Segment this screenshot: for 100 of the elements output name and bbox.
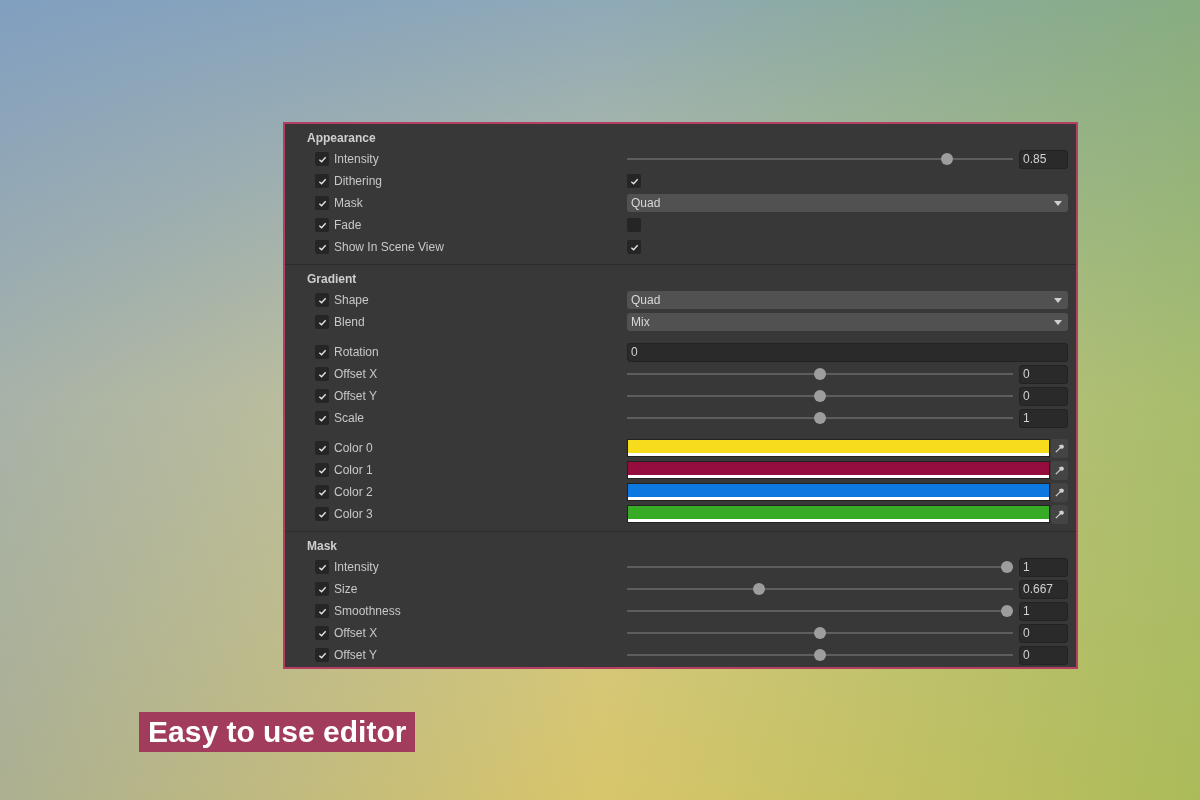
value-field[interactable]: 0 — [1019, 364, 1068, 384]
enable-checkbox[interactable] — [315, 218, 329, 232]
property-label: Dithering — [334, 173, 383, 190]
dropdown-arrow-icon — [1054, 319, 1062, 325]
slider-thumb[interactable] — [1001, 605, 1013, 617]
eyedropper-icon[interactable] — [1051, 504, 1068, 524]
enable-checkbox[interactable] — [315, 174, 329, 188]
dropdown[interactable]: Mix — [627, 313, 1068, 331]
value-field[interactable]: 1 — [1019, 557, 1068, 577]
slider-thumb[interactable] — [814, 627, 826, 639]
slider-track[interactable] — [627, 561, 1013, 573]
enable-checkbox[interactable] — [315, 293, 329, 307]
property-label: Offset Y — [334, 647, 377, 664]
enable-checkbox[interactable] — [315, 152, 329, 166]
enable-checkbox[interactable] — [315, 441, 329, 455]
eyedropper-icon[interactable] — [1051, 482, 1068, 502]
enable-checkbox[interactable] — [315, 411, 329, 425]
checkmark-icon — [317, 317, 327, 327]
number-field[interactable]: 0 — [627, 342, 1068, 362]
slider-track[interactable] — [627, 390, 1013, 402]
slider-thumb[interactable] — [814, 649, 826, 661]
slider-thumb[interactable] — [814, 412, 826, 424]
checkmark-icon — [317, 154, 327, 164]
dropdown[interactable]: Quad — [627, 291, 1068, 309]
toggle-checkbox[interactable] — [627, 240, 641, 254]
dropdown[interactable]: Quad — [627, 194, 1068, 212]
value-field[interactable]: 0.667 — [1019, 579, 1068, 599]
eyedropper-icon[interactable] — [1051, 438, 1068, 458]
slider-track[interactable] — [627, 153, 1013, 165]
checkmark-icon — [629, 176, 639, 186]
enable-checkbox[interactable] — [315, 315, 329, 329]
value-field[interactable]: 0 — [1019, 386, 1068, 406]
checkmark-icon — [317, 584, 327, 594]
slider-track[interactable] — [627, 583, 1013, 595]
enable-checkbox[interactable] — [315, 560, 329, 574]
slider-thumb[interactable] — [941, 153, 954, 165]
property-label: Color 0 — [334, 440, 373, 457]
value-field[interactable]: 0 — [1019, 645, 1068, 665]
dropdown-arrow-icon — [1054, 200, 1062, 206]
property-label: Mask — [334, 195, 363, 212]
property-label: Show In Scene View — [334, 239, 444, 256]
eyedropper-icon[interactable] — [1051, 460, 1068, 480]
checkmark-icon — [317, 562, 327, 572]
enable-checkbox[interactable] — [315, 463, 329, 477]
property-label: Intensity — [334, 151, 379, 168]
property-label: Offset X — [334, 625, 378, 642]
checkmark-icon — [317, 391, 327, 401]
property-label: Color 3 — [334, 506, 373, 523]
property-label: Shape — [334, 292, 369, 309]
color-swatch[interactable] — [627, 461, 1050, 479]
checkmark-icon — [317, 198, 327, 208]
property-label: Scale — [334, 410, 365, 427]
checkmark-icon — [317, 509, 327, 519]
slider-track[interactable] — [627, 412, 1013, 424]
checkmark-icon — [317, 295, 327, 305]
section-header: Gradient — [306, 271, 358, 288]
section-header: Appearance — [306, 130, 377, 147]
property-label: Rotation — [334, 344, 379, 361]
checkmark-icon — [317, 413, 327, 423]
checkmark-icon — [317, 176, 327, 186]
slider-thumb[interactable] — [753, 583, 766, 595]
property-label: Size — [334, 581, 358, 598]
checkmark-icon — [317, 242, 327, 252]
value-field[interactable]: 0 — [1019, 623, 1068, 643]
slider-thumb[interactable] — [1001, 561, 1013, 573]
slider-thumb[interactable] — [814, 368, 826, 380]
property-label: Smoothness — [334, 603, 401, 620]
property-label: Fade — [334, 217, 362, 234]
checkmark-icon — [317, 487, 327, 497]
color-swatch[interactable] — [627, 483, 1050, 501]
enable-checkbox[interactable] — [315, 648, 329, 662]
color-swatch[interactable] — [627, 439, 1050, 457]
enable-checkbox[interactable] — [315, 345, 329, 359]
checkmark-icon — [317, 347, 327, 357]
slider-track[interactable] — [627, 605, 1013, 617]
caption: Easy to use editor — [139, 712, 416, 752]
property-label: Color 1 — [334, 462, 373, 479]
checkmark-icon — [317, 628, 327, 638]
enable-checkbox[interactable] — [315, 604, 329, 618]
slider-thumb[interactable] — [814, 390, 826, 402]
enable-checkbox[interactable] — [315, 485, 329, 499]
enable-checkbox[interactable] — [315, 582, 329, 596]
checkmark-icon — [317, 443, 327, 453]
enable-checkbox[interactable] — [315, 367, 329, 381]
enable-checkbox[interactable] — [315, 507, 329, 521]
enable-checkbox[interactable] — [315, 240, 329, 254]
value-field[interactable]: 0.85 — [1019, 149, 1068, 169]
value-field[interactable]: 1 — [1019, 601, 1068, 621]
enable-checkbox[interactable] — [315, 626, 329, 640]
color-swatch[interactable] — [627, 505, 1050, 523]
value-field[interactable]: 1 — [1019, 408, 1068, 428]
enable-checkbox[interactable] — [315, 196, 329, 210]
slider-track[interactable] — [627, 627, 1013, 639]
checkmark-icon — [317, 650, 327, 660]
property-label: Blend — [334, 314, 365, 331]
toggle-checkbox[interactable] — [627, 174, 641, 188]
checkmark-icon — [317, 606, 327, 616]
enable-checkbox[interactable] — [315, 389, 329, 403]
slider-track[interactable] — [627, 649, 1013, 661]
slider-track[interactable] — [627, 368, 1013, 380]
